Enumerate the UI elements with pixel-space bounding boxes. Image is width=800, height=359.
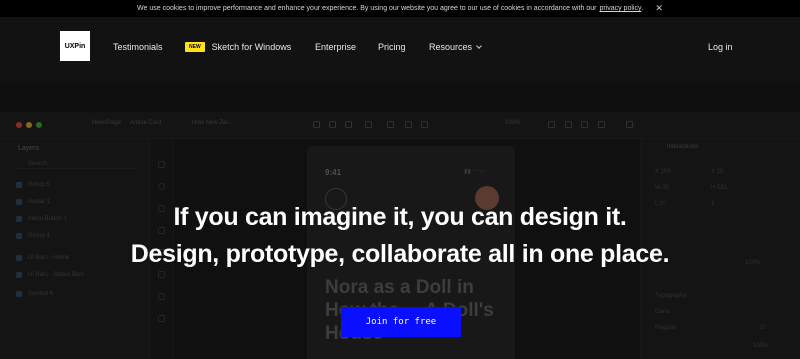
- uxpin-logo[interactable]: UXPin: [60, 31, 90, 61]
- hero-headline-line1: If you can imagine it, you can design it…: [173, 203, 627, 231]
- main-nav: UXPin Testimonials NEW Sketch for Window…: [0, 17, 800, 81]
- cookie-text-suffix: .: [641, 5, 644, 12]
- nav-pricing[interactable]: Pricing: [378, 42, 406, 52]
- join-for-free-button[interactable]: Join for free: [341, 307, 461, 337]
- close-icon[interactable]: ✕: [655, 3, 663, 14]
- nav-resources[interactable]: Resources: [429, 42, 482, 52]
- nav-sketch-for-windows[interactable]: NEW Sketch for Windows: [185, 42, 291, 52]
- nav-testimonials[interactable]: Testimonials: [113, 42, 163, 52]
- cookie-banner: We use cookies to improve performance an…: [0, 0, 800, 17]
- nav-resources-label: Resources: [429, 42, 473, 52]
- login-link[interactable]: Log in: [708, 42, 733, 52]
- nav-enterprise[interactable]: Enterprise: [315, 42, 356, 52]
- hero-headline-line2: Design, prototype, collaborate all in on…: [130, 240, 670, 268]
- new-badge: NEW: [185, 42, 205, 52]
- chevron-down-icon: [476, 42, 482, 49]
- privacy-policy-link[interactable]: privacy policy: [599, 5, 641, 12]
- nav-sketch-label: Sketch for Windows: [211, 42, 292, 52]
- cookie-text: We use cookies to improve performance an…: [137, 5, 597, 12]
